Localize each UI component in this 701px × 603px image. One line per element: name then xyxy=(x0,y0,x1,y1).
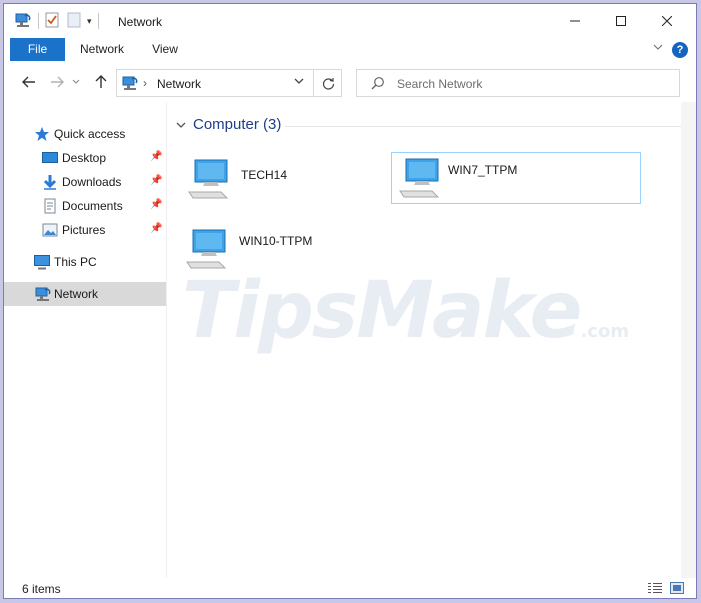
pin-icon[interactable]: 📌 xyxy=(150,151,162,162)
sidebar-item-downloads[interactable]: Downloads 📌 xyxy=(4,170,166,194)
help-icon[interactable]: ? xyxy=(672,42,688,58)
chevron-down-icon xyxy=(653,44,663,50)
chevron-down-icon xyxy=(72,79,80,84)
up-button[interactable] xyxy=(90,71,112,93)
this-pc-icon xyxy=(34,254,50,270)
sidebar-item-quick-access[interactable]: Quick access xyxy=(4,122,166,146)
close-icon xyxy=(662,16,672,26)
back-button[interactable] xyxy=(18,71,40,93)
quick-access-toolbar: ▾ xyxy=(14,12,105,30)
computer-icon xyxy=(187,158,233,205)
documents-icon xyxy=(42,198,58,214)
sidebar-item-this-pc[interactable]: This PC xyxy=(4,250,166,274)
pin-icon[interactable]: 📌 xyxy=(150,199,162,210)
item-count: 6 items xyxy=(22,582,61,596)
arrow-left-icon xyxy=(22,76,35,88)
group-divider xyxy=(285,126,689,127)
expand-ribbon-button[interactable] xyxy=(652,41,664,56)
address-bar[interactable]: › Network xyxy=(116,69,342,97)
large-icons-view-icon xyxy=(670,582,684,594)
search-icon xyxy=(371,76,385,93)
network-icon xyxy=(121,75,139,94)
details-view-button[interactable] xyxy=(648,582,662,594)
explorer-window: ▾ Network File Network View ? › Network … xyxy=(3,3,697,599)
sidebar-item-pictures[interactable]: Pictures 📌 xyxy=(4,218,166,242)
star-icon xyxy=(34,126,50,142)
tab-view[interactable]: View xyxy=(142,38,188,61)
address-dropdown-button[interactable] xyxy=(293,75,305,90)
vertical-scrollbar[interactable] xyxy=(681,102,696,578)
arrow-right-icon xyxy=(51,76,64,88)
refresh-icon xyxy=(322,77,334,90)
sidebar-item-network[interactable]: Network xyxy=(4,282,166,306)
pin-icon[interactable]: 📌 xyxy=(150,223,162,234)
sidebar-item-documents[interactable]: Documents 📌 xyxy=(4,194,166,218)
ribbon-tabs: File Network View ? xyxy=(4,38,696,62)
close-button[interactable] xyxy=(644,4,690,38)
new-folder-icon[interactable] xyxy=(67,12,81,31)
computer-tile-tech14[interactable]: TECH14 xyxy=(181,154,381,204)
customize-qat-icon[interactable]: ▾ xyxy=(87,16,92,27)
breadcrumb-chevron-icon[interactable]: › xyxy=(143,76,147,90)
tipsmake-watermark: TipsMake.com xyxy=(182,266,630,356)
network-icon xyxy=(34,286,51,302)
navigation-pane: Quick access Desktop 📌 Downloads 📌 Docum… xyxy=(4,102,167,578)
recent-locations-button[interactable] xyxy=(70,71,82,93)
window-title: Network xyxy=(118,15,163,29)
details-view-icon xyxy=(648,583,662,593)
search-placeholder: Search Network xyxy=(397,77,483,91)
pin-icon[interactable]: 📌 xyxy=(150,175,162,186)
properties-icon[interactable] xyxy=(45,12,59,31)
forward-button[interactable] xyxy=(46,71,68,93)
large-icons-view-button[interactable] xyxy=(670,582,684,594)
status-bar: 6 items xyxy=(4,578,696,598)
group-header-computer[interactable]: Computer (3) xyxy=(175,116,281,133)
arrow-up-icon xyxy=(95,75,107,88)
minimize-button[interactable] xyxy=(552,4,598,38)
chevron-down-icon xyxy=(294,78,304,84)
address-location[interactable]: Network xyxy=(157,77,201,91)
title-bar: ▾ Network xyxy=(4,4,696,38)
chevron-down-icon xyxy=(176,122,186,128)
pictures-icon xyxy=(42,222,58,238)
computer-tile-win7-ttpm[interactable]: WIN7_TTPM xyxy=(391,152,641,204)
desktop-folder-icon xyxy=(42,150,58,166)
computer-icon xyxy=(398,157,444,204)
refresh-button[interactable] xyxy=(313,70,342,96)
maximize-button[interactable] xyxy=(598,4,644,38)
navigation-bar: › Network Search Network xyxy=(4,66,696,100)
maximize-icon xyxy=(616,16,626,26)
search-box[interactable]: Search Network xyxy=(356,69,680,97)
tab-network[interactable]: Network xyxy=(72,38,132,61)
minimize-icon xyxy=(570,20,580,22)
sidebar-item-desktop[interactable]: Desktop 📌 xyxy=(4,146,166,170)
download-arrow-icon xyxy=(42,174,58,190)
network-icon[interactable] xyxy=(14,12,32,31)
tab-file[interactable]: File xyxy=(10,38,65,61)
